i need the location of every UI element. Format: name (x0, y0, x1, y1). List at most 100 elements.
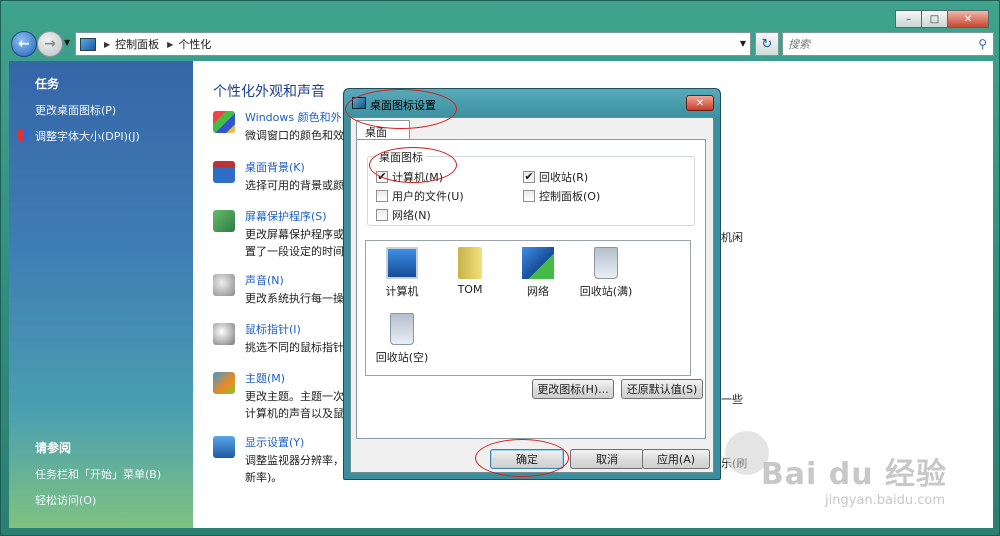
checkbox-box (523, 190, 535, 202)
item-description: 微调窗口的颜色和效 (245, 129, 344, 142)
icon-user-folder[interactable]: TOM (438, 247, 502, 296)
restore-default-button[interactable]: 还原默认值(S) (621, 379, 703, 399)
theme-icon (213, 372, 235, 394)
recycle-bin-empty-icon (390, 313, 414, 345)
recycle-bin-checkbox[interactable]: ✔ 回收站(R) (523, 169, 588, 185)
dialog-body: 桌面 桌面图标 ✔ 计算机(M) ✔ 回收站(R) 用户的文件(U) 控制面板(… (350, 117, 714, 473)
item-description: 计算机的声音以及鼠 (245, 407, 344, 420)
dialog-close-button[interactable]: ✕ (686, 95, 714, 111)
checkbox-label: 用户的文件(U) (392, 190, 464, 203)
icon-preview-list[interactable]: 计算机 TOM 网络 回收站(满) 回收站(空) (365, 240, 691, 376)
icon-label: TOM (457, 283, 483, 296)
tab-desktop[interactable]: 桌面 (356, 120, 410, 140)
cancel-button[interactable]: 取消 (570, 449, 644, 469)
icon-label: 计算机 (385, 285, 419, 298)
item-description: 置了一段设定的时间 (245, 245, 344, 258)
ease-of-access-link[interactable]: 轻松访问(O) (35, 492, 161, 508)
close-button[interactable]: ✕ (947, 10, 989, 28)
monitor-icon (213, 436, 235, 458)
icon-computer[interactable]: 计算机 (370, 247, 434, 299)
desktop-icons-group: 桌面图标 ✔ 计算机(M) ✔ 回收站(R) 用户的文件(U) 控制面板(O) … (367, 149, 695, 226)
mouse-pointer-link[interactable]: 鼠标指针(I) (245, 321, 301, 337)
network-checkbox[interactable]: 网络(N) (376, 207, 431, 223)
apply-button[interactable]: 应用(A) (642, 449, 710, 469)
network-icon (522, 247, 554, 279)
breadcrumb-control-panel[interactable]: 控制面板 (115, 36, 159, 52)
breadcrumb-personalization[interactable]: 个性化 (178, 36, 211, 52)
adjust-font-size-label: 调整字体大小(DPI)(J) (35, 130, 140, 143)
watermark-url: jingyan.baidu.com (825, 493, 945, 508)
item-description: 更改主题。主题一次 (245, 390, 344, 403)
screensaver-link[interactable]: 屏幕保护程序(S) (245, 208, 327, 224)
item-description: 挑选不同的鼠标指针 (245, 341, 344, 354)
address-bar[interactable]: ▶ 控制面板 ▶ 个性化 ▼ (75, 32, 751, 56)
taskbar-start-menu-link[interactable]: 任务栏和「开始」菜单(B) (35, 466, 161, 482)
caption-buttons: – □ ✕ (895, 10, 989, 28)
icon-recycle-bin-empty[interactable]: 回收站(空) (370, 313, 434, 365)
item-description: 新率)。 (245, 471, 283, 484)
control-panel-checkbox[interactable]: 控制面板(O) (523, 188, 600, 204)
checkbox-label: 网络(N) (392, 209, 431, 222)
maximize-button[interactable]: □ (921, 10, 948, 28)
chevron-down-icon[interactable]: ▼ (740, 39, 746, 48)
adjust-font-size-link[interactable]: 调整字体大小(DPI)(J) (17, 128, 193, 144)
screensaver-icon (213, 210, 235, 232)
item-description: 选择可用的背景或颜 (245, 179, 344, 192)
change-desktop-icons-link[interactable]: 更改桌面图标(P) (35, 102, 193, 118)
icon-label: 回收站(空) (375, 351, 429, 364)
checkbox-label: 回收站(R) (539, 171, 589, 184)
chevron-right-icon: ▶ (167, 39, 174, 49)
search-placeholder: 搜索 (788, 38, 810, 51)
sound-link[interactable]: 声音(N) (245, 272, 284, 288)
checkbox-label: 计算机(M) (392, 171, 444, 184)
watermark-brand: Bai du 经验 (760, 457, 947, 492)
tasks-heading: 任务 (35, 77, 60, 91)
folder-icon (458, 247, 482, 279)
checkbox-box: ✔ (376, 170, 388, 183)
recent-pages-dropdown[interactable]: ▼ (64, 38, 70, 47)
desktop-background-link[interactable]: 桌面背景(K) (245, 159, 305, 175)
chevron-right-icon: ▶ (104, 39, 111, 49)
mouse-icon (213, 323, 235, 345)
theme-link[interactable]: 主题(M) (245, 370, 285, 386)
desktop-icon-settings-dialog: 桌面图标设置 ✕ 桌面 桌面图标 ✔ 计算机(M) ✔ 回收站(R) 用户的文件… (343, 88, 721, 480)
color-palette-icon (213, 111, 235, 133)
minimize-button[interactable]: – (895, 10, 922, 28)
search-icon[interactable]: ⚲ (978, 37, 987, 51)
computer-checkbox[interactable]: ✔ 计算机(M) (376, 169, 443, 185)
group-label: 桌面图标 (376, 149, 426, 165)
page-title: 个性化外观和声音 (213, 84, 325, 100)
item-description: 调整监视器分辨率， (245, 454, 344, 467)
checkbox-box: ✔ (523, 170, 535, 183)
item-description: 更改系统执行每一操 (245, 292, 344, 305)
refresh-button[interactable]: ↻ (755, 32, 779, 56)
icon-recycle-bin-full[interactable]: 回收站(满) (574, 247, 638, 299)
dialog-app-icon (352, 97, 366, 109)
navigation-bar: ← → ▼ ▶ 控制面板 ▶ 个性化 ▼ ↻ 搜索 ⚲ (9, 29, 994, 59)
checkbox-label: 控制面板(O) (539, 190, 601, 203)
forward-button[interactable]: → (37, 31, 63, 57)
ok-button[interactable]: 确定 (490, 449, 564, 469)
sound-icon (213, 274, 235, 296)
icon-label: 网络 (527, 285, 549, 298)
control-panel-icon (80, 37, 96, 51)
recycle-bin-full-icon (594, 247, 618, 279)
icon-network[interactable]: 网络 (506, 247, 570, 299)
window-color-link[interactable]: Windows 颜色和外 (245, 109, 342, 125)
back-button[interactable]: ← (11, 31, 37, 57)
change-icon-button[interactable]: 更改图标(H)... (532, 379, 614, 399)
see-also-heading: 请参阅 (35, 441, 72, 455)
display-settings-link[interactable]: 显示设置(Y) (245, 434, 304, 450)
text-fragment: 一些 (721, 393, 743, 406)
text-fragment: 机闲 (721, 231, 743, 244)
control-panel-window: – □ ✕ ← → ▼ ▶ 控制面板 ▶ 个性化 ▼ ↻ 搜索 ⚲ 任务 更改桌… (0, 0, 1000, 536)
user-files-checkbox[interactable]: 用户的文件(U) (376, 188, 464, 204)
checkbox-box (376, 209, 388, 221)
item-description: 更改屏幕保护程序或 (245, 228, 344, 241)
uac-shield-icon (17, 129, 29, 142)
search-input[interactable]: 搜索 ⚲ (782, 32, 994, 56)
icon-label: 回收站(满) (579, 285, 633, 298)
computer-icon (386, 247, 418, 279)
dialog-title: 桌面图标设置 (370, 99, 436, 112)
desktop-background-icon (213, 161, 235, 183)
